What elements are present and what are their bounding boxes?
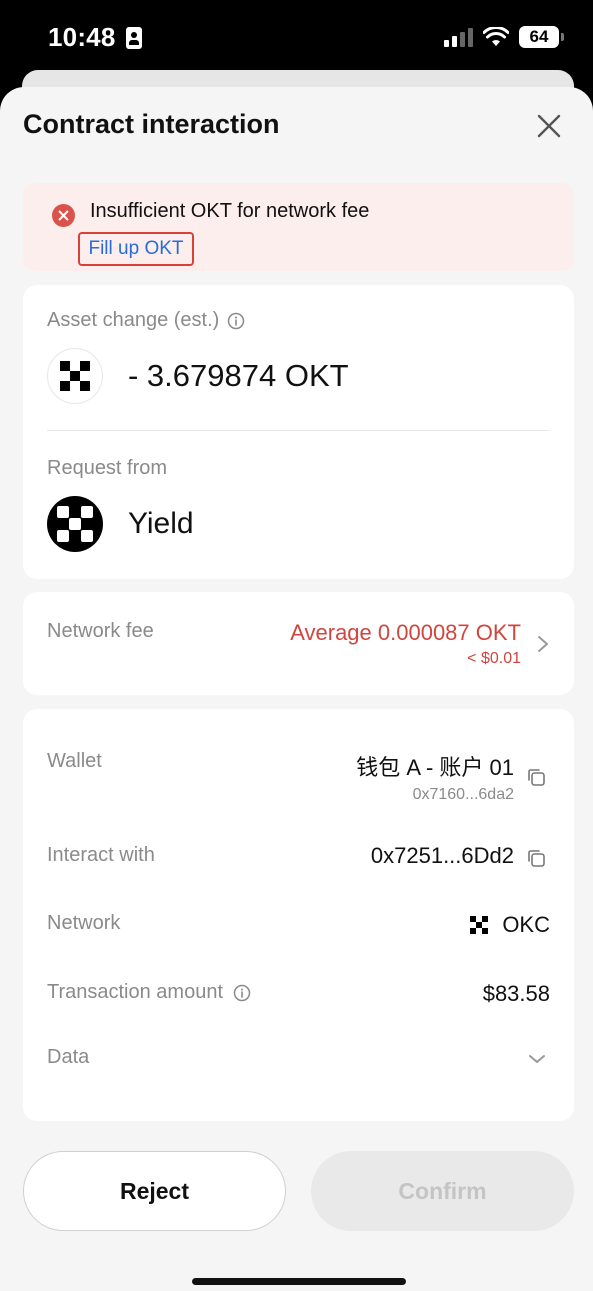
interact-with-value: 0x7251...6Dd2 — [370, 843, 514, 868]
request-from-label: Request from — [47, 457, 168, 479]
transaction-details-card: Wallet 钱包 A - 账户 01 0x7160...6da2 Intera… — [23, 709, 574, 1121]
chevron-down-icon[interactable] — [528, 1053, 546, 1065]
okt-token-logo-icon — [47, 348, 103, 404]
battery-level: 64 — [529, 27, 549, 46]
status-bar: 10:48 64 — [0, 0, 593, 80]
request-from-row: Yield — [47, 496, 194, 552]
request-from-name: Yield — [128, 507, 194, 540]
wallet-address: 0x7160...6da2 — [412, 786, 514, 803]
reject-button[interactable]: Reject — [23, 1151, 286, 1231]
asset-change-card: Asset change (est.) - 3.679874 OKT Reque… — [23, 285, 574, 579]
page-title: Contract interaction — [23, 109, 280, 139]
network-fee-label: Network fee — [47, 620, 154, 642]
transaction-amount-label-row: Transaction amount — [47, 981, 251, 1004]
wifi-icon — [483, 27, 509, 46]
insufficient-fee-alert: Insufficient OKT for network fee Fill up… — [23, 183, 574, 271]
clock: 10:48 — [48, 22, 116, 52]
network-label: Network — [47, 912, 121, 934]
info-icon[interactable] — [227, 312, 245, 330]
alert-message: Insufficient OKT for network fee — [90, 200, 370, 222]
network-fee-value: Average 0.000087 OKT < $0.01 — [290, 620, 521, 668]
yield-dapp-logo-icon — [47, 496, 103, 552]
battery-icon: 64 — [519, 26, 564, 48]
status-time: 10:48 — [48, 22, 142, 53]
asset-change-row: - 3.679874 OKT — [47, 348, 349, 404]
network-fee-amount: Average 0.000087 OKT — [290, 620, 521, 645]
asset-change-amount: - 3.679874 OKT — [128, 358, 349, 393]
okc-logo-icon — [470, 916, 489, 934]
confirm-button[interactable]: Confirm — [311, 1151, 574, 1231]
data-label[interactable]: Data — [47, 1046, 89, 1069]
fill-up-okt-link[interactable]: Fill up OKT — [78, 232, 194, 266]
close-icon[interactable] — [536, 113, 562, 139]
wallet-label: Wallet — [47, 750, 102, 772]
wallet-name: 钱包 A - 账户 01 — [356, 755, 514, 780]
divider — [47, 430, 550, 431]
asset-change-label-row: Asset change (est.) — [47, 309, 245, 332]
info-icon[interactable] — [233, 984, 251, 1002]
wallet-value: 钱包 A - 账户 01 0x7160...6da2 — [356, 750, 514, 804]
copy-icon[interactable] — [526, 767, 546, 787]
contract-interaction-sheet: Contract interaction Insufficient OKT fo… — [0, 87, 593, 1291]
network-fee-usd: < $0.01 — [467, 650, 521, 667]
network-fee-card[interactable]: Network fee Average 0.000087 OKT < $0.01 — [23, 592, 574, 695]
asset-change-label: Asset change (est.) — [47, 309, 220, 331]
interact-with-label: Interact with — [47, 844, 155, 866]
chevron-right-icon[interactable] — [536, 634, 550, 654]
network-name: OKC — [502, 912, 550, 937]
id-badge-icon — [125, 26, 142, 49]
cellular-signal-icon — [444, 27, 473, 47]
status-icons: 64 — [444, 26, 564, 48]
copy-icon[interactable] — [526, 848, 546, 868]
transaction-amount-label: Transaction amount — [47, 981, 224, 1003]
network-value: OKC — [470, 912, 550, 938]
home-indicator[interactable] — [192, 1278, 406, 1285]
transaction-amount-value: $83.58 — [482, 981, 550, 1006]
error-icon — [52, 204, 75, 227]
